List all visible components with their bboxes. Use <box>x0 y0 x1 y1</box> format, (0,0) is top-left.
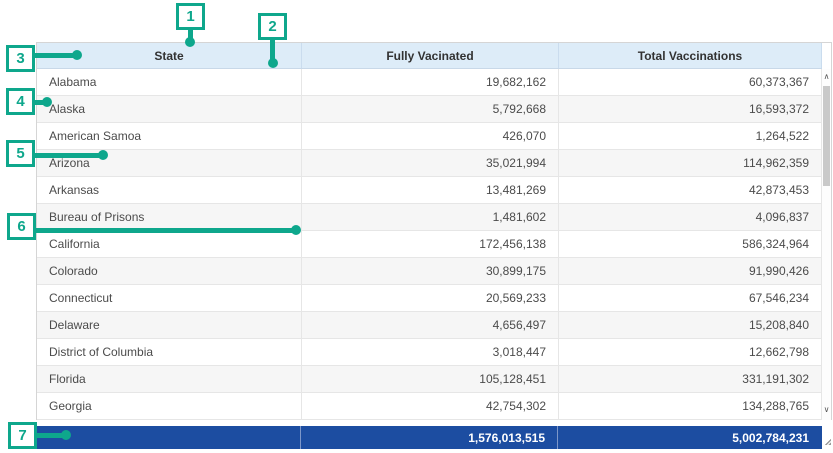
totals-row: 1,576,013,515 5,002,784,231 <box>36 426 822 449</box>
total-vaccinations-cell: 15,208,840 <box>559 312 822 338</box>
total-vaccinations-cell: 4,096,837 <box>559 204 822 230</box>
callout-2-line <box>270 39 275 60</box>
state-cell: Alaska <box>37 96 302 122</box>
total-vaccinations-cell: 1,264,522 <box>559 123 822 149</box>
vertical-scrollbar[interactable]: ∧ ∨ <box>822 69 831 420</box>
state-cell: American Samoa <box>37 123 302 149</box>
totals-state-cell <box>36 426 301 449</box>
totals-total-vaccinations-cell: 5,002,784,231 <box>558 426 821 449</box>
total-vaccinations-cell: 67,546,234 <box>559 285 822 311</box>
callout-5-dot <box>98 150 108 160</box>
total-vaccinations-cell: 60,373,367 <box>559 69 822 95</box>
callout-7: 7 <box>8 422 37 449</box>
fully-vaccinated-cell: 105,128,451 <box>302 366 559 392</box>
callout-6-dot <box>291 225 301 235</box>
table-row[interactable]: Connecticut20,569,23367,546,234 <box>37 285 822 312</box>
state-cell: Florida <box>37 366 302 392</box>
fully-vaccinated-cell: 5,792,668 <box>302 96 559 122</box>
fully-vaccinated-cell: 1,481,602 <box>302 204 559 230</box>
total-vaccinations-cell: 91,990,426 <box>559 258 822 284</box>
resize-grip-icon[interactable] <box>824 438 831 445</box>
table-row[interactable]: Georgia42,754,302134,288,765 <box>37 393 822 420</box>
table-row[interactable]: District of Columbia3,018,44712,662,798 <box>37 339 822 366</box>
fully-vaccinated-cell: 4,656,497 <box>302 312 559 338</box>
fully-vaccinated-cell: 426,070 <box>302 123 559 149</box>
callout-1: 1 <box>176 3 205 30</box>
table-row[interactable]: Bureau of Prisons1,481,6024,096,837 <box>37 204 822 231</box>
total-vaccinations-cell: 16,593,372 <box>559 96 822 122</box>
table-row[interactable]: Alaska5,792,66816,593,372 <box>37 96 822 123</box>
callout-3-line <box>33 53 75 58</box>
fully-vaccinated-cell: 35,021,994 <box>302 150 559 176</box>
table-row[interactable]: American Samoa426,0701,264,522 <box>37 123 822 150</box>
state-cell: Arkansas <box>37 177 302 203</box>
total-vaccinations-cell: 114,962,359 <box>559 150 822 176</box>
fully-vaccinated-cell: 13,481,269 <box>302 177 559 203</box>
total-vaccinations-cell: 586,324,964 <box>559 231 822 257</box>
total-vaccinations-cell: 134,288,765 <box>559 393 822 419</box>
callout-3: 3 <box>6 45 35 72</box>
state-cell: Colorado <box>37 258 302 284</box>
screenshot-canvas: State Fully Vacinated Total Vaccinations… <box>0 0 833 453</box>
state-cell: Georgia <box>37 393 302 419</box>
scrollbar-thumb[interactable] <box>823 86 830 186</box>
table-row[interactable]: Arkansas13,481,26942,873,453 <box>37 177 822 204</box>
callout-6: 6 <box>7 213 36 240</box>
callout-2: 2 <box>258 13 287 40</box>
callout-3-dot <box>72 50 82 60</box>
fully-vaccinated-cell: 3,018,447 <box>302 339 559 365</box>
fully-vaccinated-cell: 172,456,138 <box>302 231 559 257</box>
column-header-total-vaccinations[interactable]: Total Vaccinations <box>559 43 822 68</box>
callout-4-dot <box>42 97 52 107</box>
state-cell: Delaware <box>37 312 302 338</box>
callout-5: 5 <box>6 140 35 167</box>
callout-7-dot <box>61 430 71 440</box>
state-cell: Alabama <box>37 69 302 95</box>
table-row[interactable]: Delaware4,656,49715,208,840 <box>37 312 822 339</box>
scroll-up-icon[interactable]: ∧ <box>822 71 831 83</box>
state-cell: Bureau of Prisons <box>37 204 302 230</box>
table-row[interactable]: Alabama19,682,16260,373,367 <box>37 69 822 96</box>
table-row[interactable]: California172,456,138586,324,964 <box>37 231 822 258</box>
total-vaccinations-cell: 12,662,798 <box>559 339 822 365</box>
callout-2-dot <box>268 58 278 68</box>
callout-1-dot <box>185 37 195 47</box>
state-cell: District of Columbia <box>37 339 302 365</box>
state-cell: Connecticut <box>37 285 302 311</box>
callout-4: 4 <box>6 88 35 115</box>
callout-5-line <box>33 153 99 158</box>
total-vaccinations-cell: 42,873,453 <box>559 177 822 203</box>
column-header-fully-vaccinated[interactable]: Fully Vacinated <box>302 43 559 68</box>
fully-vaccinated-cell: 42,754,302 <box>302 393 559 419</box>
fully-vaccinated-cell: 30,899,175 <box>302 258 559 284</box>
fully-vaccinated-cell: 19,682,162 <box>302 69 559 95</box>
callout-6-line <box>34 228 292 233</box>
callout-7-line <box>36 433 62 438</box>
scroll-down-icon[interactable]: ∨ <box>822 404 831 416</box>
table-row[interactable]: Arizona35,021,994114,962,359 <box>37 150 822 177</box>
total-vaccinations-cell: 331,191,302 <box>559 366 822 392</box>
totals-fully-vaccinated-cell: 1,576,013,515 <box>301 426 558 449</box>
table-row[interactable]: Florida105,128,451331,191,302 <box>37 366 822 393</box>
state-cell: California <box>37 231 302 257</box>
table-row[interactable]: Colorado30,899,17591,990,426 <box>37 258 822 285</box>
fully-vaccinated-cell: 20,569,233 <box>302 285 559 311</box>
table-body: Alabama19,682,16260,373,367Alaska5,792,6… <box>37 69 822 420</box>
table-header-row: State Fully Vacinated Total Vaccinations <box>37 43 822 69</box>
